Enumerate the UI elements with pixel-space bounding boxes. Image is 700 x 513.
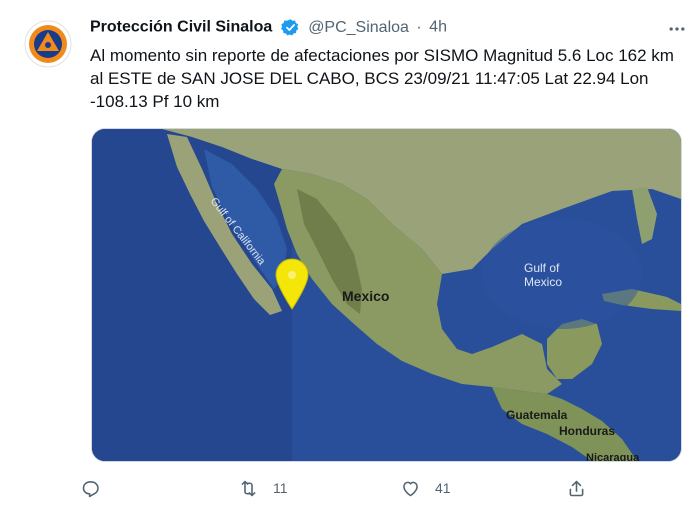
tweet-actions: 11 41 [80,474,600,502]
verified-icon [280,18,300,37]
guatemala-label: Guatemala [506,408,568,422]
gulf-of-mexico-label-1: Gulf of [524,261,560,275]
like-count: 41 [435,480,451,496]
author-handle[interactable]: @PC_Sinaloa [308,19,409,36]
reply-icon [82,480,99,497]
more-options-icon[interactable] [664,16,690,42]
tweet-time[interactable]: 4h [429,19,447,36]
separator-dot: · [416,18,422,36]
retweet-count: 11 [273,480,288,496]
author-name[interactable]: Protección Civil Sinaloa [90,19,272,36]
tweet-card[interactable]: Protección Civil Sinaloa @PC_Sinaloa · 4… [0,0,700,513]
heart-icon [403,481,418,496]
like-button[interactable]: 41 [400,474,451,502]
reply-button[interactable] [80,474,115,502]
honduras-label: Honduras [559,424,615,438]
tweet-header: Protección Civil Sinaloa @PC_Sinaloa · 4… [90,18,680,42]
tweet-text: Al momento sin reporte de afectaciones p… [90,46,674,111]
retweet-button[interactable]: 11 [238,474,288,502]
share-button[interactable] [566,474,601,502]
share-icon [569,480,584,496]
map-image[interactable]: Gulf of California Mexico Gulf of Mexico… [91,128,682,462]
avatar[interactable] [24,20,72,68]
gulf-of-mexico-label-2: Mexico [524,275,562,289]
retweet-icon [241,480,256,496]
nicaragua-label: Nicaragua [586,452,640,461]
mexico-label: Mexico [342,288,389,304]
